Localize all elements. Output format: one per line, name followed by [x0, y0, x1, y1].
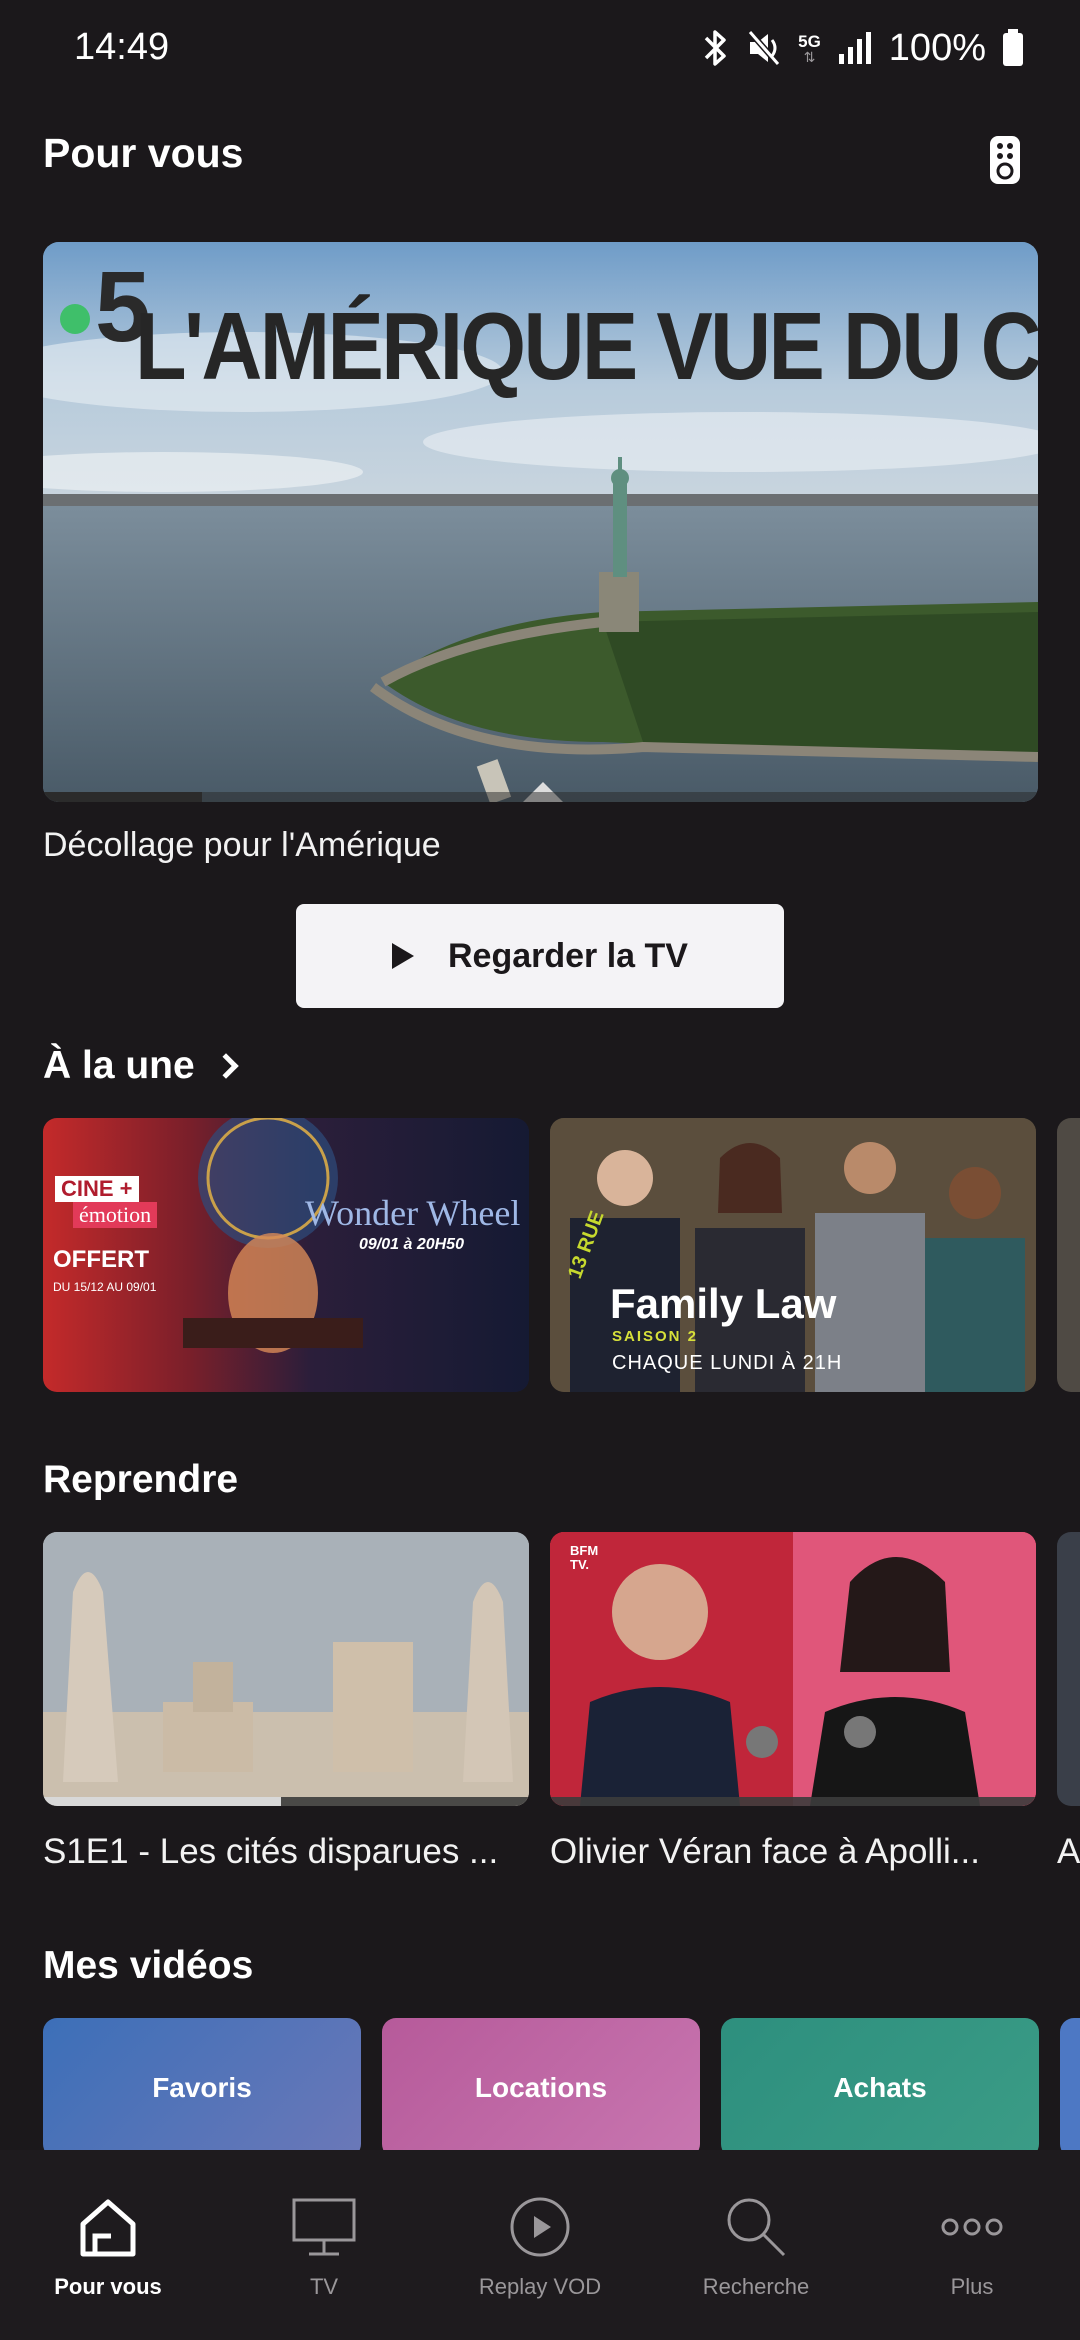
featured-card-wonder-wheel[interactable]: CINE + émotion OFFERT DU 15/12 AU 09/01 …: [43, 1118, 529, 1392]
chevron-right-icon: [212, 1053, 239, 1079]
status-time: 14:49: [74, 26, 170, 68]
nav-replay-vod-label: Replay VOD: [478, 2274, 602, 2299]
resume-caption-3: A: [1057, 1832, 1080, 1871]
olivier-veran-image: [550, 1532, 1036, 1806]
resume-progress-bar: [43, 1797, 529, 1806]
movie-title: Wonder Wheel: [305, 1193, 521, 1233]
hero-progress-fill: [43, 792, 203, 802]
play-icon: [392, 943, 414, 969]
show-title: Family Law: [610, 1280, 837, 1327]
channel-name-line1: CINE +: [55, 1176, 139, 1202]
resume-card-peek[interactable]: [1057, 1532, 1080, 1806]
mute-icon: [747, 30, 781, 66]
signal-icon: [838, 32, 871, 64]
hero-progress-bar: [43, 792, 1038, 802]
5g-icon: 5G ⇅: [798, 31, 821, 65]
my-videos-peek[interactable]: [1060, 2018, 1080, 2158]
channel-name-line2: émotion: [73, 1202, 158, 1228]
section-reprendre: Reprendre: [43, 1458, 238, 1502]
bottom-navigation: Pour vous TV Replay VOD Recherche Plus: [0, 2150, 1080, 2340]
nav-recherche[interactable]: Recherche: [648, 2150, 864, 2340]
featured-card-peek[interactable]: [1057, 1118, 1080, 1392]
nav-tv[interactable]: TV: [216, 2150, 432, 2340]
show-schedule: CHAQUE LUNDI À 21H: [612, 1352, 843, 1374]
more-icon: [941, 2218, 1003, 2236]
my-videos-favoris[interactable]: Favoris: [43, 2018, 361, 2158]
bluetooth-icon: [704, 30, 726, 66]
offer-dates: DU 15/12 AU 09/01: [53, 1280, 157, 1294]
program-title: Décollage pour l'Amérique: [43, 826, 441, 864]
home-icon: [80, 2199, 136, 2257]
bfm-tv-logo: BFM TV.: [570, 1543, 599, 1572]
channel-dot: [60, 304, 90, 334]
resume-caption-1: S1E1 - Les cités disparues ...: [43, 1832, 499, 1871]
watch-tv-label: Regarder la TV: [448, 936, 688, 975]
nav-plus[interactable]: Plus: [864, 2150, 1080, 2340]
offer-badge: OFFERT: [53, 1246, 149, 1273]
hero-show-title: L'AMÉRIQUE VUE DU CIEL: [135, 293, 1038, 400]
movie-schedule: 09/01 à 20H50: [359, 1236, 464, 1253]
watch-tv-button[interactable]: Regarder la TV: [296, 904, 784, 1008]
nav-pour-vous-label: Pour vous: [54, 2274, 162, 2299]
nav-recherche-label: Recherche: [702, 2274, 810, 2299]
nav-replay-vod[interactable]: Replay VOD: [432, 2150, 648, 2340]
tv-icon: [292, 2198, 356, 2256]
resume-card-cites-disparues[interactable]: [43, 1532, 529, 1806]
nav-plus-label: Plus: [950, 2274, 994, 2299]
battery-level: 100%: [888, 26, 986, 69]
resume-card-olivier-veran[interactable]: BFM TV.: [550, 1532, 1036, 1806]
status-icons: 5G ⇅ 100%: [700, 22, 1024, 74]
section-mes-videos-title: Mes vidéos: [43, 1944, 254, 1987]
my-videos-locations[interactable]: Locations: [382, 2018, 700, 2158]
cites-disparues-image: [43, 1532, 529, 1806]
family-law-image: [550, 1118, 1036, 1392]
resume-progress-fill: [43, 1797, 282, 1806]
network-type: 5G: [798, 31, 821, 51]
hero-live-program[interactable]: 5 L'AMÉRIQUE VUE DU CIEL: [43, 242, 1038, 802]
my-videos-achats[interactable]: Achats: [721, 2018, 1039, 2158]
section-a-la-une[interactable]: À la une: [43, 1044, 239, 1088]
my-videos-favoris-label: Favoris: [152, 2072, 252, 2103]
my-videos-locations-label: Locations: [474, 2072, 608, 2103]
status-bar: 14:49 5G ⇅ 100%: [0, 0, 1080, 96]
remote-control-glyph: [996, 143, 1014, 180]
section-reprendre-title: Reprendre: [43, 1458, 239, 1501]
resume-progress-bar: [550, 1797, 1036, 1806]
nav-tv-label: TV: [309, 2274, 339, 2299]
play-circle-icon: [510, 2197, 570, 2257]
nav-pour-vous[interactable]: Pour vous: [0, 2150, 216, 2340]
search-icon: [727, 2198, 786, 2257]
page-title: Pour vous: [43, 130, 244, 176]
section-a-la-une-title: À la une: [43, 1044, 195, 1087]
my-videos-achats-label: Achats: [833, 2072, 927, 2103]
battery-icon: [1003, 29, 1023, 66]
resume-caption-2: Olivier Véran face à Apolli...: [550, 1832, 980, 1871]
featured-card-family-law[interactable]: 13 RUE Family Law SAISON 2 CHAQUE LUNDI …: [550, 1118, 1036, 1392]
show-season: SAISON 2: [612, 1328, 699, 1345]
section-mes-videos: Mes vidéos: [43, 1944, 253, 1988]
remote-control-icon[interactable]: [990, 136, 1020, 184]
